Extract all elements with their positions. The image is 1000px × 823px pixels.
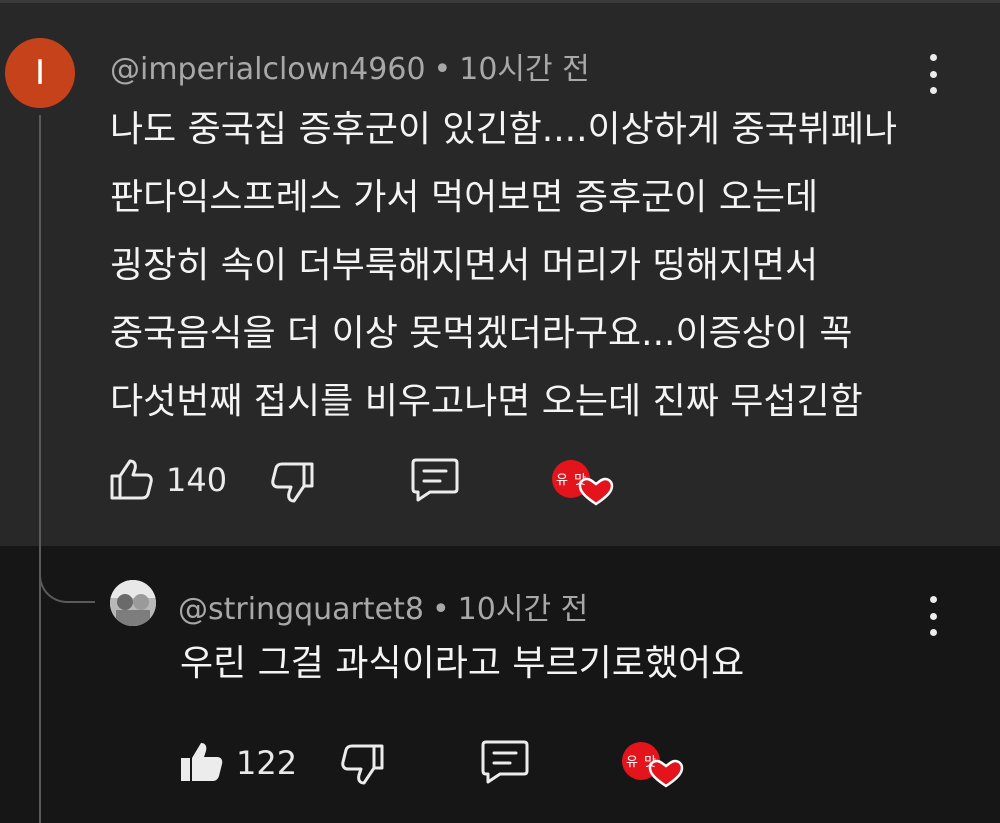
reply-meta: @stringquartet8 • 10시간 전 — [178, 584, 588, 628]
comment-line: 굉장히 속이 더부룩해지면서 머리가 띵해지면서 — [110, 245, 819, 286]
creator-heart-badge: 유 맛 — [550, 458, 614, 506]
author-name[interactable]: @stringquartet8 — [178, 592, 424, 627]
reply-comment-icon[interactable] — [410, 456, 460, 502]
thread-connector — [39, 558, 95, 603]
avatar[interactable]: I — [5, 38, 75, 108]
badge-label: 유 맛 — [626, 755, 658, 770]
timestamp: 10시간 전 — [459, 52, 590, 87]
meta-separator: • — [431, 592, 450, 627]
more-vertical-icon[interactable] — [923, 54, 943, 94]
like-count: 140 — [166, 461, 228, 499]
comment-line: 중국음식을 더 이상 못먹겠더라구요...이증상이 꼭 — [110, 313, 853, 354]
badge-label: 유 맛 — [556, 473, 588, 488]
thumbs-up-icon[interactable] — [178, 738, 224, 784]
thumbs-down-icon[interactable] — [340, 742, 386, 788]
reply-comment-icon[interactable] — [480, 738, 530, 784]
like-count: 122 — [236, 744, 298, 782]
comment-meta: @imperialclown4960 • 10시간 전 — [110, 44, 590, 88]
comment-line: 다섯번째 접시를 비우고나면 오는데 진짜 무섭긴함 — [110, 381, 863, 422]
timestamp: 10시간 전 — [457, 592, 589, 627]
thumbs-up-icon[interactable] — [108, 456, 154, 502]
creator-heart-badge: 유 맛 — [620, 740, 684, 788]
top-divider — [0, 0, 1000, 3]
comment-line: 나도 중국집 증후군이 있긴함....이상하게 중국뷔페나 — [110, 109, 898, 150]
comment-line: 판다익스프레스 가서 먹어보면 증후군이 오는데 — [110, 177, 819, 218]
comment-text: 나도 중국집 증후군이 있긴함....이상하게 중국뷔페나 판다익스프레스 가서… — [110, 96, 950, 436]
avatar[interactable] — [110, 580, 156, 626]
thread-line — [39, 115, 41, 823]
more-vertical-icon[interactable] — [923, 596, 943, 636]
author-name[interactable]: @imperialclown4960 — [110, 52, 426, 87]
meta-separator: • — [433, 52, 452, 87]
thumbs-down-icon[interactable] — [270, 460, 316, 506]
reply-text: 우린 그걸 과식이라고 부르기로했어요 — [180, 643, 745, 684]
